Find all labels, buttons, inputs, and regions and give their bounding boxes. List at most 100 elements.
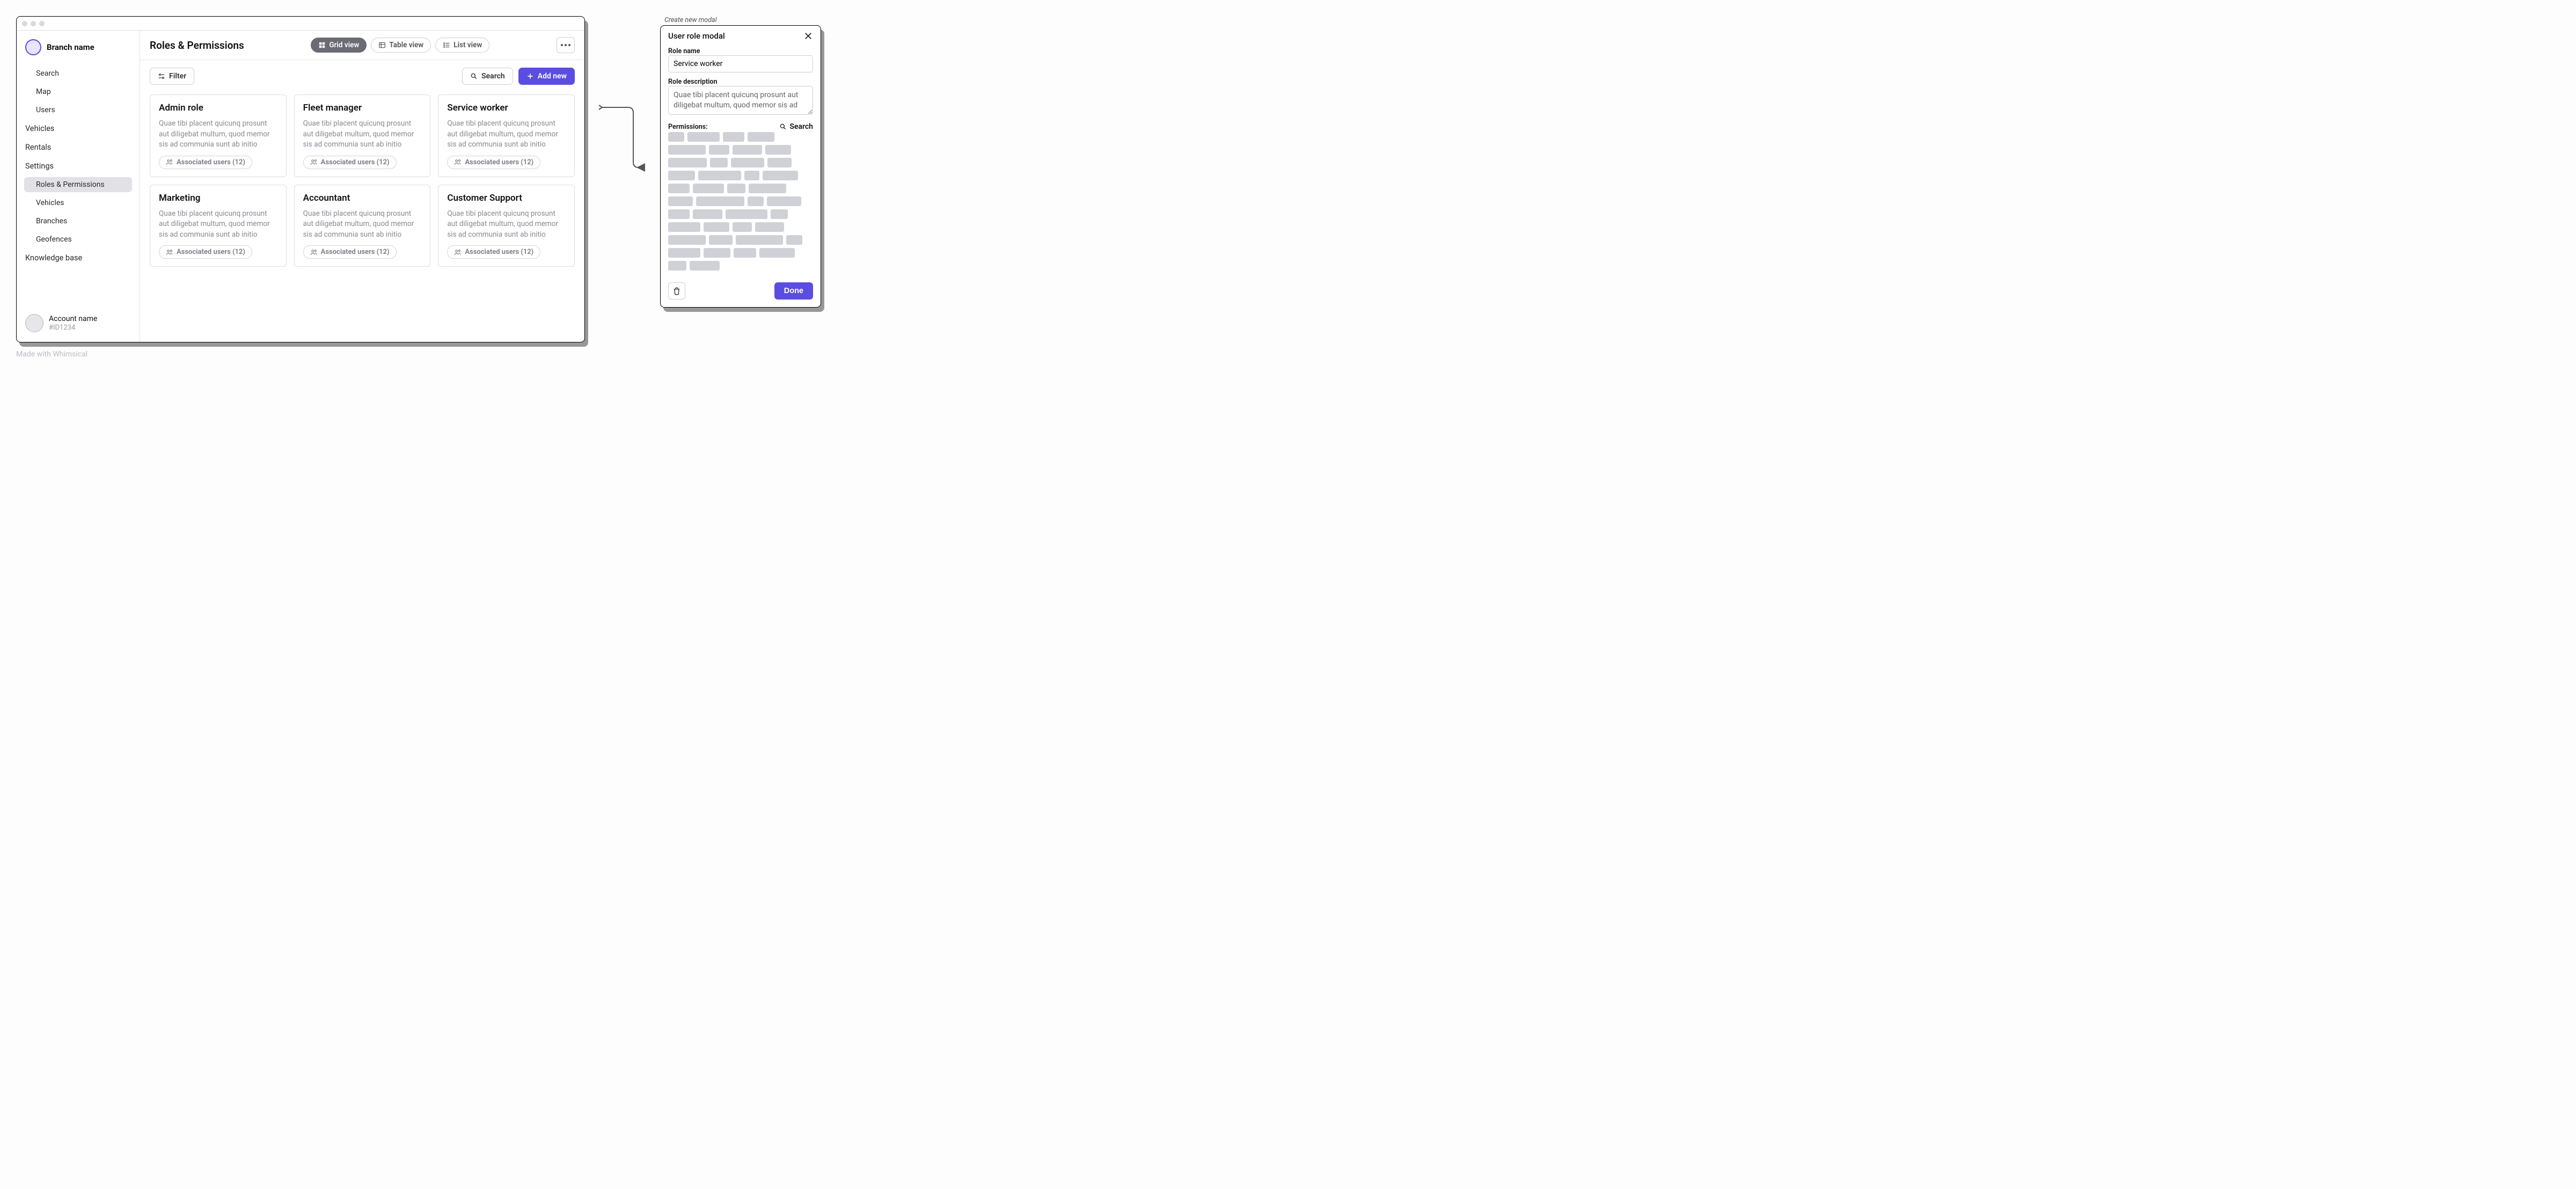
filter-label: Filter (169, 72, 186, 81)
chip-label: Associated users (12) (321, 248, 390, 256)
role-card[interactable]: Fleet managerQuae tibi placent quicunq p… (294, 94, 431, 177)
ellipsis-icon (561, 44, 570, 46)
sidebar-nav: Search Map Users Vehicles Rentals Settings Rol… (24, 66, 132, 266)
associated-users-chip[interactable]: Associated users (12) (447, 156, 540, 169)
permission-chip-placeholder (733, 145, 762, 155)
sidebar-item[interactable]: Users (24, 103, 132, 118)
permission-chip-placeholder (748, 132, 774, 142)
users-icon (166, 158, 173, 166)
users-icon (454, 249, 462, 256)
sidebar-item[interactable]: Settings (24, 158, 132, 174)
role-name-input[interactable] (668, 55, 813, 72)
view-tab[interactable]: List view (435, 38, 489, 53)
traffic-light-min[interactable] (31, 21, 36, 26)
search-button[interactable]: Search (462, 68, 513, 85)
associated-users-chip[interactable]: Associated users (12) (159, 156, 252, 169)
role-desc: Quae tibi placent quicunq prosunt aut di… (159, 119, 277, 150)
sidebar-item[interactable]: Roles & Permissions (24, 177, 132, 192)
permission-chip-placeholder (744, 171, 759, 180)
permission-chip-placeholder (734, 248, 756, 258)
permission-chip-placeholder (786, 235, 802, 245)
chip-label: Associated users (12) (465, 248, 533, 256)
table-icon (378, 41, 386, 49)
role-title: Marketing (159, 193, 277, 203)
filter-icon (158, 72, 165, 80)
sidebar-item[interactable]: Map (24, 84, 132, 99)
permission-chip-placeholder (696, 196, 744, 206)
sidebar-item[interactable]: Branches (24, 214, 132, 229)
role-card[interactable]: Service workerQuae tibi placent quicunq … (438, 94, 575, 177)
permission-chip-placeholder (668, 158, 707, 167)
permission-chip-placeholder (759, 248, 795, 258)
roles-grid: Admin roleQuae tibi placent quicunq pros… (140, 85, 584, 276)
associated-users-chip[interactable]: Associated users (12) (303, 245, 397, 259)
modal-wrap: Create new modal User role modal Role na… (660, 16, 821, 308)
associated-users-chip[interactable]: Associated users (12) (159, 245, 252, 259)
associated-users-chip[interactable]: Associated users (12) (447, 245, 540, 259)
more-button[interactable] (557, 37, 575, 53)
plus-icon (526, 72, 534, 80)
add-new-label: Add new (538, 72, 567, 81)
traffic-light-max[interactable] (39, 21, 45, 26)
permission-chips-placeholder (668, 132, 813, 271)
chip-label: Associated users (12) (177, 158, 245, 166)
role-desc-input[interactable] (668, 86, 813, 115)
toolbar: Filter Search Add new (140, 60, 584, 85)
sidebar-item[interactable]: Rentals (24, 140, 132, 155)
sidebar-item[interactable]: Knowledge base (24, 250, 132, 266)
user-role-modal: User role modal Role name Role descripti… (660, 25, 821, 308)
account-row[interactable]: Account name #ID1234 (24, 312, 132, 334)
sidebar-item[interactable]: Search (24, 66, 132, 81)
delete-role-button[interactable] (668, 282, 685, 300)
role-desc: Quae tibi placent quicunq prosunt aut di… (303, 209, 422, 240)
modal-annotation: Create new modal (664, 16, 717, 24)
search-icon (470, 72, 478, 80)
role-desc-label: Role description (668, 78, 813, 86)
role-title: Customer Support (447, 193, 566, 203)
sidebar-item[interactable]: Vehicles (24, 121, 132, 136)
role-title: Service worker (447, 103, 566, 113)
modal-footer: Done (661, 277, 821, 307)
permissions-search[interactable]: Search (779, 122, 813, 131)
permission-chip-placeholder (668, 184, 690, 193)
permission-chip-placeholder (765, 145, 791, 155)
chip-label: Associated users (12) (321, 158, 390, 166)
role-card[interactable]: Marketing Quae tibi placent quicunq prosu… (150, 185, 287, 267)
role-card[interactable]: Admin roleQuae tibi placent quicunq pros… (150, 94, 287, 177)
permission-chip-placeholder (704, 248, 730, 258)
permission-chip-placeholder (668, 145, 706, 155)
permission-chip-placeholder (723, 132, 744, 142)
branch-selector[interactable]: Branch name (24, 39, 132, 55)
view-tab[interactable]: Table view (371, 38, 431, 53)
permission-chip-placeholder (668, 235, 706, 245)
role-desc: Quae tibi placent quicunq prosunt aut di… (159, 209, 277, 240)
permission-chip-placeholder (710, 158, 728, 167)
modal-header: User role modal (661, 26, 821, 45)
permission-chip-placeholder (668, 196, 693, 206)
trash-icon (672, 287, 681, 295)
permission-chip-placeholder (690, 261, 720, 271)
sidebar-item[interactable]: Geofences (24, 232, 132, 247)
role-title: Fleet manager (303, 103, 422, 113)
role-card[interactable]: Customer SupportQuae tibi placent quicun… (438, 185, 575, 267)
users-icon (166, 249, 173, 256)
associated-users-chip[interactable]: Associated users (12) (303, 156, 397, 169)
view-tab-label: Grid view (329, 41, 359, 49)
page-title: Roles & Permissions (150, 39, 244, 52)
close-icon[interactable] (803, 31, 813, 41)
permission-chip-placeholder (693, 209, 722, 219)
permission-chip-placeholder (748, 196, 764, 206)
traffic-light-close[interactable] (22, 21, 27, 26)
permission-chip-placeholder (771, 209, 788, 219)
permission-chip-placeholder (726, 209, 767, 219)
permission-chip-placeholder (733, 222, 752, 232)
role-title: Accountant (303, 193, 422, 203)
permission-chip-placeholder (749, 184, 786, 193)
role-card[interactable]: Accountant Quae tibi placent quicunq pros… (294, 185, 431, 267)
add-new-button[interactable]: Add new (518, 68, 575, 85)
view-tab[interactable]: Grid view (311, 38, 367, 53)
done-button[interactable]: Done (774, 282, 813, 300)
main-header: Roles & Permissions Grid view Table view L… (140, 31, 584, 60)
filter-button[interactable]: Filter (150, 68, 194, 85)
sidebar-item[interactable]: Vehicles (24, 195, 132, 210)
